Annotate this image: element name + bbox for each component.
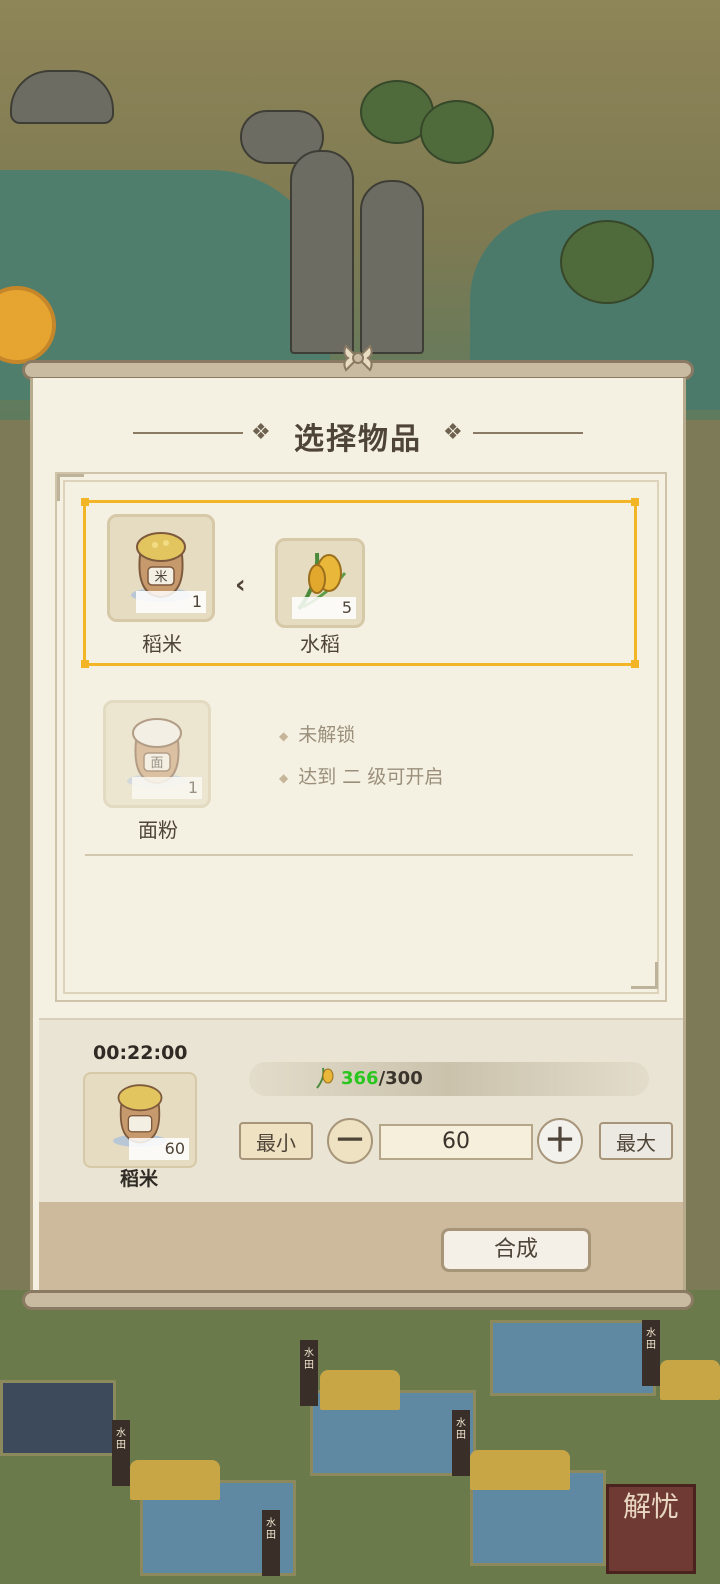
craft-output-card: 60 [83,1072,197,1168]
select-item-dialog: ❖ ❖ 选择物品 米 1 稻米 ‹ 5 水稻 面 1 面粉 ◆ 未解锁 ◆ 达到… [30,378,686,1292]
tree [560,220,654,304]
product-name: 稻米 [142,632,182,656]
craft-timer: 00:22:00 [93,1042,188,1064]
product-name: 面粉 [138,818,178,842]
lock-status: ◆ 未解锁 [279,724,356,746]
field-sign: 水田 [642,1320,660,1386]
rice-crop [470,1450,570,1490]
field-sign: 水田 [112,1420,130,1486]
max-button[interactable]: 最大 [599,1122,673,1160]
mountain-peak [360,180,424,354]
craft-button[interactable]: 合成 [441,1228,591,1272]
quantity-input[interactable]: 60 [379,1124,533,1160]
scroll-knot-icon [343,344,373,372]
rice-plant-icon [316,1067,334,1089]
diamond-bullet-icon: ◆ [279,770,289,785]
output-name: 稻米 [119,1168,158,1190]
frame-corner-ornament [57,474,84,501]
craft-controls: 00:22:00 60 稻米 366/300 最小 － 60 ＋ 最大 [39,1018,683,1204]
rice-crop [130,1460,220,1500]
list-divider [85,854,633,856]
paddy-plot[interactable] [0,1380,116,1456]
increase-button[interactable]: ＋ [537,1118,583,1164]
svg-text:米: 米 [154,570,167,585]
field-sign: 水田 [300,1340,318,1406]
scroll-rod-bottom [22,1290,694,1310]
unlock-requirement: ◆ 达到 二 级可开启 [279,766,444,788]
corner-logo-badge[interactable]: 解忧 [606,1484,696,1574]
dialog-header: ❖ ❖ 选择物品 [33,408,683,458]
resource-bar [249,1062,649,1096]
diamond-bullet-icon: ◆ [279,728,289,743]
ingredient-name: 水稻 [300,632,340,656]
product-card-flour[interactable]: 面 1 [103,700,211,808]
resource-amount: 366/300 [341,1068,423,1089]
rice-crop [320,1370,400,1410]
item-count: 1 [132,777,202,799]
min-button[interactable]: 最小 [239,1122,313,1160]
selection-corner [631,498,639,506]
selection-corner [81,498,89,506]
ingredient-card-paddy[interactable]: 5 [275,538,365,628]
rice-crop [660,1360,720,1400]
product-card-rice[interactable]: 米 1 [107,514,215,622]
paddy-plot[interactable] [490,1320,656,1396]
chevron-left-icon: ‹ [235,570,246,600]
item-count: 1 [136,591,206,613]
mountain-peak [290,150,354,354]
selection-corner [81,660,89,668]
tree [420,100,494,164]
field-sign: 水田 [262,1510,280,1576]
output-count: 60 [129,1138,189,1160]
rock [10,70,114,124]
item-count: 5 [292,597,356,619]
selection-corner [631,660,639,668]
svg-text:面: 面 [150,756,163,771]
dialog-title: 选择物品 [294,422,422,457]
decrease-button[interactable]: － [327,1118,373,1164]
field-sign: 水田 [452,1410,470,1476]
frame-corner-ornament [631,962,658,989]
